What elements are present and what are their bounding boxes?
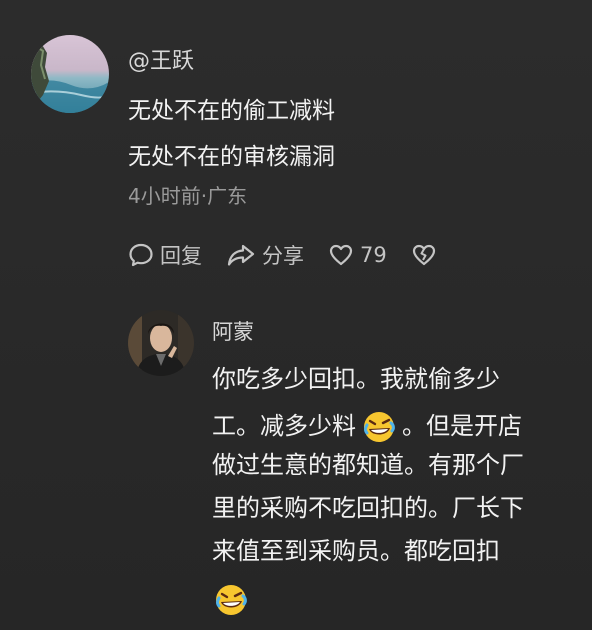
comment-actions: 回复 分享 79 [128,238,461,272]
reply-button[interactable]: 回复 [128,240,202,270]
reply-text-line: 里的采购不吃回扣的。厂长下 [212,494,524,522]
share-label: 分享 [262,244,304,268]
heart-icon [329,244,353,266]
avatar-seascape-image [31,35,109,113]
like-button[interactable]: 79 [328,243,387,267]
reply-text-segment: 。但是开店 [402,412,522,440]
reply-label: 回复 [160,244,202,268]
reply-author[interactable]: 阿蒙 [212,316,254,346]
rolling-on-floor-laughing-emoji-icon [216,585,247,615]
reply-text-segment: 工。减多少料 [212,412,356,440]
reply-text-line: 做过生意的都知道。有那个厂 [212,451,524,479]
reply-text-line: 你吃多少回扣。我就偷多少 [212,365,500,393]
comment-author[interactable]: @王跃 [128,43,194,75]
avatar[interactable] [31,35,109,113]
reply-emoji-line [212,583,254,617]
broken-heart-icon [412,244,435,266]
like-count: 79 [360,243,387,267]
reply-text-line: 来值至到采购员。都吃回扣 [212,537,500,565]
speech-bubble-icon [129,243,153,267]
reply-text-line-with-emoji: 工。减多少料 。但是开店 [212,410,522,444]
comment-meta: 4小时前·广东 [128,184,248,208]
share-arrow-icon [227,244,255,266]
comment-text-line: 无处不在的偷工减料 [128,98,335,124]
dislike-button[interactable] [411,243,437,267]
reply-avatar[interactable] [128,310,194,376]
comment-text-line: 无处不在的审核漏洞 [128,144,335,170]
avatar-man-portrait-image [128,310,194,376]
rolling-on-floor-laughing-emoji-icon [364,412,395,442]
share-button[interactable]: 分享 [226,240,304,270]
